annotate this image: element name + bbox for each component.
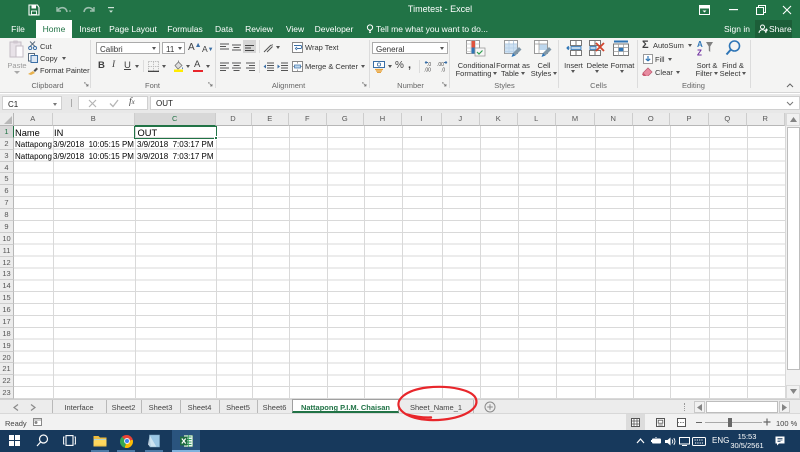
svg-text:.0: .0 (441, 68, 445, 73)
svg-text:.00: .00 (424, 68, 431, 73)
svg-text:Z: Z (697, 49, 702, 57)
